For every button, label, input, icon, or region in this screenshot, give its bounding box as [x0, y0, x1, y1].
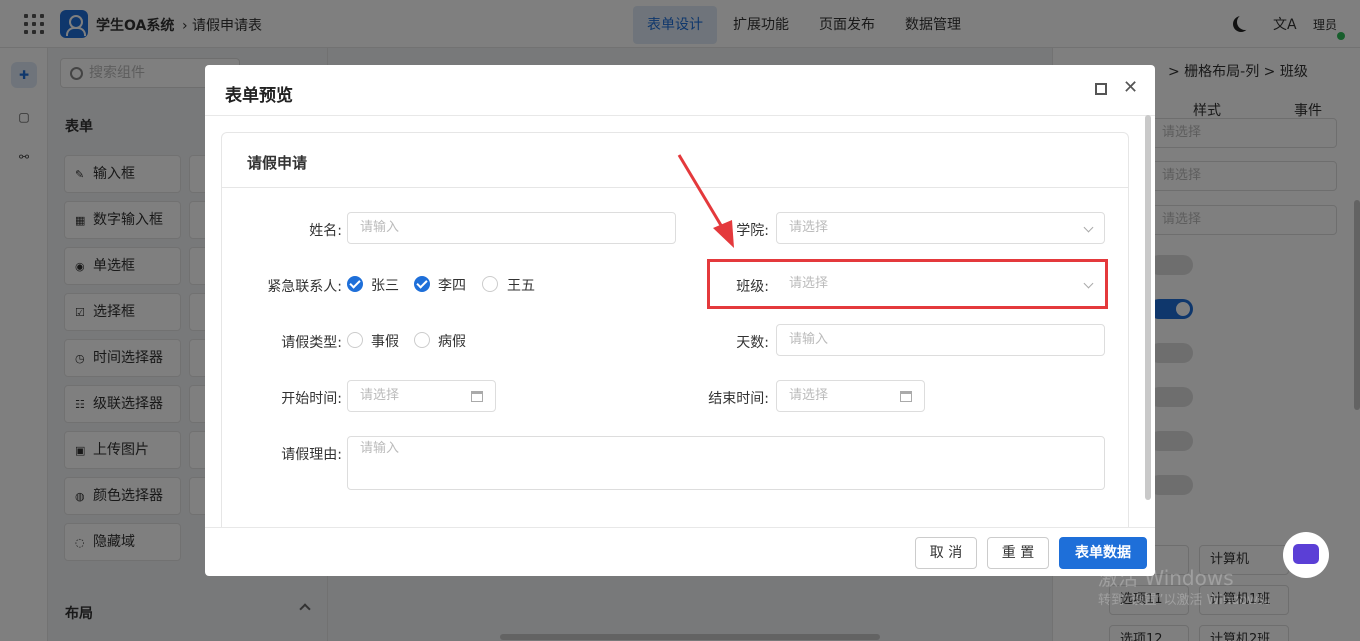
contact-option-label: 王五	[507, 278, 535, 294]
contact-checkbox-zhangsan[interactable]	[347, 276, 363, 292]
reset-button[interactable]: 重 置	[987, 537, 1049, 569]
chevron-down-icon	[1083, 222, 1094, 233]
card-title: 请假申请	[247, 154, 308, 172]
contact-checkbox-wangwu[interactable]	[482, 276, 498, 292]
college-placeholder: 请选择	[789, 220, 829, 235]
cancel-button[interactable]: 取 消	[915, 537, 977, 569]
start-time-picker[interactable]: 请选择	[347, 380, 496, 412]
calendar-icon	[471, 391, 483, 402]
contact-checkbox-lisi[interactable]	[414, 276, 430, 292]
dialog-footer-divider	[205, 527, 1155, 528]
fullscreen-icon[interactable]	[1095, 83, 1107, 95]
leave-type-option: 病假	[438, 334, 466, 350]
contact-label: 紧急联系人:	[267, 279, 342, 295]
form-data-button[interactable]: 表单数据	[1059, 537, 1147, 569]
start-time-label: 开始时间:	[281, 391, 342, 407]
assistant-robot-icon[interactable]	[1283, 532, 1329, 578]
start-time-placeholder: 请选择	[360, 388, 400, 403]
form-preview-dialog: 表单预览 ✕ 请假申请 姓名: 请输入 学院: 请选择 紧急联系人: 张三 李四…	[205, 65, 1155, 576]
days-label: 天数:	[736, 335, 769, 351]
dialog-divider	[205, 115, 1155, 116]
contact-option-label: 张三	[371, 278, 399, 294]
highlight-box	[707, 259, 1108, 309]
leave-type-label: 请假类型:	[281, 335, 342, 351]
leave-type-radio-sick[interactable]	[414, 332, 430, 348]
reason-textarea[interactable]: 请输入	[347, 436, 1105, 490]
name-input[interactable]: 请输入	[347, 212, 676, 244]
leave-type-option: 事假	[371, 334, 399, 350]
activation-watermark-subtitle: 转到“设置”以激活 Windows。	[1098, 593, 1278, 608]
close-icon[interactable]: ✕	[1123, 77, 1138, 98]
leave-type-radio-personal[interactable]	[347, 332, 363, 348]
days-input[interactable]: 请输入	[776, 324, 1105, 356]
end-time-picker[interactable]: 请选择	[776, 380, 925, 412]
dialog-scrollbar[interactable]	[1145, 115, 1151, 500]
calendar-icon	[900, 391, 912, 402]
contact-option-label: 李四	[438, 278, 466, 294]
college-select[interactable]: 请选择	[776, 212, 1105, 244]
reason-label: 请假理由:	[281, 447, 342, 463]
dialog-title: 表单预览	[225, 86, 293, 106]
name-label: 姓名:	[309, 223, 342, 239]
end-time-placeholder: 请选择	[789, 388, 829, 403]
end-time-label: 结束时间:	[708, 391, 769, 407]
annotation-arrow	[677, 154, 734, 248]
